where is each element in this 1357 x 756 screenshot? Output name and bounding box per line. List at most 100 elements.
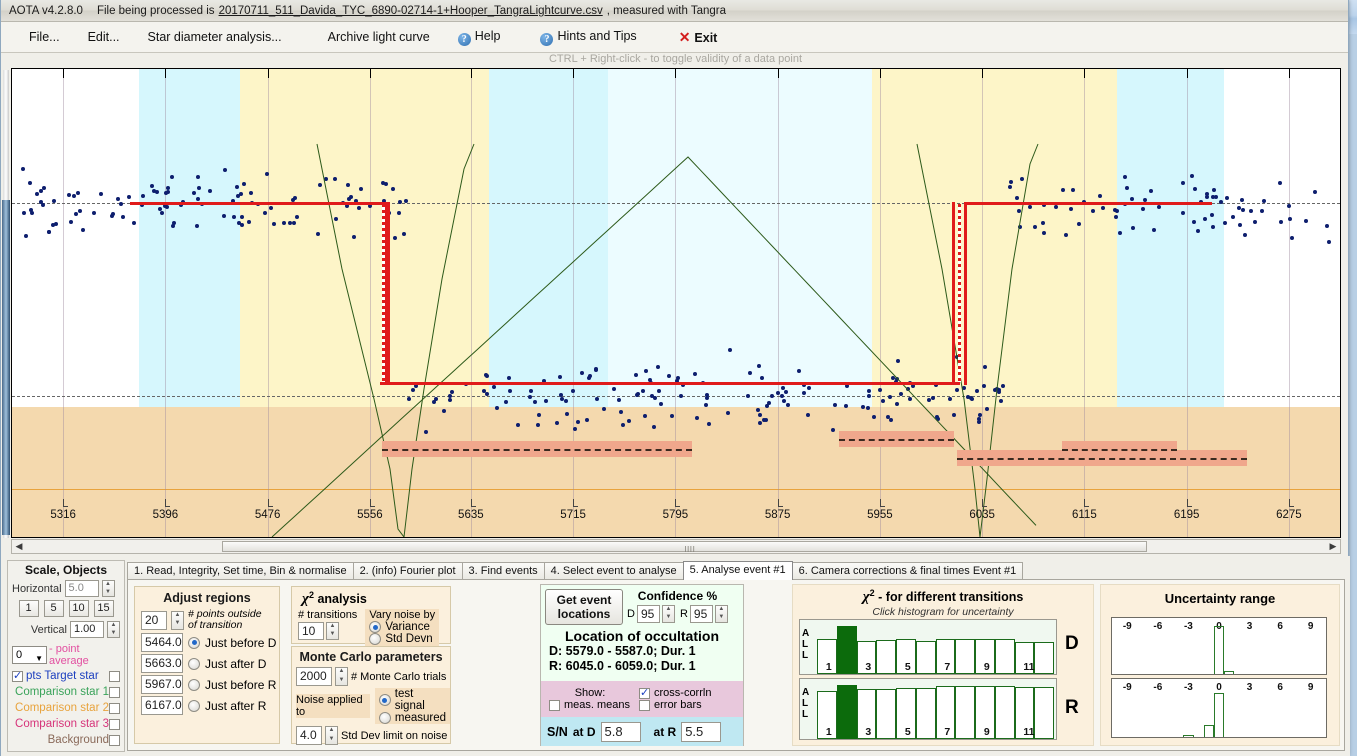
data-point[interactable] — [769, 393, 774, 398]
data-point[interactable] — [784, 389, 789, 394]
data-point[interactable] — [20, 167, 25, 172]
data-point[interactable] — [442, 408, 446, 413]
tab-4[interactable]: 4. Select event to analyse — [543, 562, 684, 580]
get-event-locations-button[interactable]: Get event locations — [545, 589, 623, 625]
chi-bar-1[interactable] — [836, 626, 857, 674]
tab-2[interactable]: 2. (info) Fourier plot — [352, 562, 463, 580]
transitions-input[interactable]: 10 — [298, 622, 324, 641]
tab-1[interactable]: 1. Read, Integrity, Set time, Bin & norm… — [127, 562, 354, 580]
data-point[interactable] — [447, 393, 452, 398]
lightcurve-chart[interactable]: 5316 5396 5476 5556 5635 5715 5795 5875 5955 6035… — [11, 68, 1341, 538]
checkbox-target-star[interactable] — [12, 669, 23, 682]
data-point[interactable] — [1260, 209, 1265, 214]
sn-at-r-value[interactable]: 5.5 — [681, 721, 722, 742]
chi-histogram-d[interactable]: A L L 1 3 5 7 9 11 — [799, 619, 1057, 675]
data-point[interactable] — [291, 220, 296, 225]
vertical-spinner[interactable]: ▲ ▼ — [107, 621, 120, 638]
data-point[interactable] — [66, 192, 71, 197]
data-point[interactable] — [640, 389, 645, 394]
data-point[interactable] — [151, 189, 156, 194]
data-point[interactable] — [171, 220, 176, 225]
data-point[interactable] — [1114, 208, 1119, 213]
data-point[interactable] — [695, 415, 700, 420]
data-point[interactable] — [1140, 206, 1145, 211]
horizontal-input[interactable]: 5.0 — [64, 580, 99, 597]
menu-edit[interactable]: Edit... — [74, 27, 134, 47]
menu-star-diameter-analysis[interactable]: Star diameter analysis... — [134, 27, 296, 47]
data-point[interactable] — [1033, 224, 1037, 229]
data-point[interactable] — [1041, 230, 1046, 235]
data-point[interactable] — [1237, 223, 1242, 228]
radio-variance[interactable] — [369, 621, 382, 634]
data-point[interactable] — [1241, 208, 1245, 213]
data-point[interactable] — [41, 203, 46, 208]
data-point[interactable] — [35, 191, 40, 196]
data-point[interactable] — [575, 419, 580, 424]
data-point[interactable] — [586, 376, 591, 380]
data-point[interactable] — [27, 181, 32, 186]
data-point[interactable] — [1218, 199, 1223, 204]
data-point[interactable] — [47, 230, 52, 235]
data-point[interactable] — [1117, 230, 1122, 235]
data-point[interactable] — [140, 194, 145, 199]
data-point[interactable] — [392, 235, 397, 240]
data-point[interactable] — [543, 398, 548, 403]
sn-at-d-value[interactable]: 5.8 — [600, 721, 641, 742]
data-point[interactable] — [643, 368, 648, 373]
data-point[interactable] — [246, 220, 251, 225]
chi-bar-3[interactable] — [876, 689, 896, 739]
data-point[interactable] — [351, 235, 356, 240]
checkbox-meas-means[interactable] — [549, 699, 560, 711]
tab-bar[interactable]: 1. Read, Integrity, Set time, Bin & norm… — [127, 560, 1024, 580]
data-point[interactable] — [1068, 206, 1073, 211]
data-point[interactable] — [1240, 198, 1245, 203]
data-point[interactable] — [1063, 232, 1068, 237]
data-point[interactable] — [38, 189, 43, 194]
chi-bar-11[interactable] — [1034, 686, 1054, 739]
chi-bar-7[interactable] — [955, 639, 975, 674]
data-point[interactable] — [30, 211, 35, 216]
data-point[interactable] — [1288, 216, 1293, 221]
region-value-0[interactable]: 5464.0 — [141, 633, 183, 652]
data-point[interactable] — [888, 394, 893, 399]
chi-bar-1[interactable] — [836, 685, 857, 739]
data-point[interactable] — [728, 347, 733, 352]
data-point[interactable] — [894, 402, 899, 407]
zoom-button-5[interactable]: 5 — [43, 600, 64, 617]
object-checkbox-0[interactable] — [109, 670, 120, 682]
data-point[interactable] — [934, 414, 939, 419]
data-point[interactable] — [627, 418, 632, 423]
menu-archive-light-curve[interactable]: Archive light curve — [314, 27, 444, 47]
tab-3[interactable]: 3. Find events — [461, 562, 545, 580]
data-point[interactable] — [658, 401, 663, 406]
data-point[interactable] — [121, 215, 126, 220]
data-point[interactable] — [866, 389, 871, 394]
data-point[interactable] — [977, 413, 982, 418]
data-point[interactable] — [131, 220, 136, 225]
data-point[interactable] — [81, 228, 86, 233]
data-point[interactable] — [621, 422, 626, 427]
data-point[interactable] — [866, 393, 871, 398]
data-point[interactable] — [1124, 186, 1129, 191]
zoom-button-1[interactable]: 1 — [18, 600, 39, 617]
points-outside-input[interactable]: 20 — [141, 610, 167, 630]
chi-histogram-r[interactable]: A L L 1 3 5 7 9 11 — [799, 678, 1057, 740]
data-point[interactable] — [906, 386, 911, 391]
data-point[interactable] — [968, 395, 973, 400]
uncertainty-histogram-d[interactable]: -9 -6 -3 0 3 6 9 — [1111, 617, 1327, 675]
data-point[interactable] — [239, 214, 244, 219]
radio-measured[interactable] — [378, 712, 391, 724]
transitions-spinner[interactable]: ▲ ▼ — [326, 622, 339, 641]
data-point[interactable] — [1290, 235, 1295, 240]
region-radio-2[interactable] — [188, 678, 200, 691]
zoom-button-10[interactable]: 10 — [68, 600, 89, 617]
menu-help[interactable]: ? Help — [444, 26, 515, 49]
menu-exit[interactable]: ✕ Exit — [665, 26, 732, 49]
data-point[interactable] — [1262, 198, 1267, 203]
tab-5[interactable]: 5. Analyse event #1 — [682, 561, 793, 580]
mc-trials-input[interactable]: 2000 — [296, 667, 332, 686]
data-point[interactable] — [272, 221, 277, 226]
data-point[interactable] — [50, 222, 55, 227]
data-point[interactable] — [396, 210, 401, 215]
data-point[interactable] — [1325, 224, 1330, 229]
